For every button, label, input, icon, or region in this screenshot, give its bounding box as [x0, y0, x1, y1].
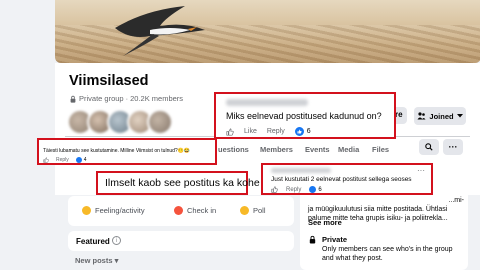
featured-section: Featured i: [68, 231, 294, 251]
private-title: Private: [322, 235, 348, 244]
about-line: ja müügikuulutusi siia mitte postitada. …: [308, 206, 448, 213]
sort-new-posts[interactable]: New posts ▾: [75, 256, 118, 265]
smiley-icon: [82, 206, 91, 215]
poll-label: Poll: [253, 206, 266, 215]
location-pin-icon: [174, 206, 183, 215]
member-count[interactable]: 20.2K members: [130, 94, 183, 103]
comment-box-3: ··· Just kustutati 2 eelnevat postitust …: [261, 163, 433, 195]
more-icon: ···: [448, 142, 458, 152]
comment-text: Täiesti lubamatu see kustutamine. Millin…: [43, 148, 191, 154]
thumbs-up-outline-icon[interactable]: [43, 157, 49, 163]
comment-actions: Reply 6: [271, 186, 322, 193]
info-icon[interactable]: i: [112, 236, 121, 245]
like-reaction-icon: [294, 127, 304, 136]
seagull-image: [115, 6, 205, 56]
search-icon: [425, 143, 433, 151]
comment-text: Just kustutati 2 eelnevat postitust sell…: [271, 176, 412, 183]
comment-options-icon[interactable]: ···: [417, 166, 425, 175]
avatar: [147, 109, 173, 135]
like-link[interactable]: Like: [244, 128, 257, 135]
member-avatars[interactable]: [67, 109, 217, 135]
tab-members[interactable]: Members: [260, 145, 293, 154]
post-composer: Feeling/activity Check in Poll: [68, 196, 294, 226]
feeling-activity-button[interactable]: Feeling/activity: [82, 206, 145, 215]
comment-box-1: Miks eelnevad postitused kadunud on? Lik…: [214, 92, 396, 139]
reply-link[interactable]: Reply: [267, 128, 285, 135]
checkin-label: Check in: [187, 206, 217, 215]
comment-text: Miks eelnevad postitused kadunud on?: [226, 111, 382, 121]
annotation-text: Ilmselt kaob see postitus ka kohe: [105, 177, 260, 189]
tab-files[interactable]: Files: [372, 145, 389, 154]
poll-button[interactable]: Poll: [240, 206, 266, 215]
reaction-count[interactable]: 6: [307, 128, 311, 135]
lock-icon: [309, 235, 316, 244]
cover-photo: [55, 0, 480, 63]
privacy-label[interactable]: Private group: [79, 94, 124, 103]
thumbs-up-outline-icon[interactable]: [226, 127, 234, 136]
group-name[interactable]: Viimsilased: [69, 73, 149, 89]
reply-link[interactable]: Reply: [286, 187, 301, 193]
comment-box-2: Täiesti lubamatu see kustutamine. Millin…: [37, 138, 217, 165]
joined-label: Joined: [429, 111, 454, 121]
annotation-box: Ilmselt kaob see postitus ka kohe: [96, 171, 260, 195]
chevron-down-icon: [456, 114, 463, 118]
reaction-count[interactable]: 4: [84, 157, 87, 163]
poll-icon: [240, 206, 249, 215]
thumbs-up-outline-icon[interactable]: [271, 186, 278, 193]
tab-media[interactable]: Media: [338, 145, 359, 154]
more-options-button[interactable]: ···: [443, 139, 463, 155]
reply-link[interactable]: Reply: [56, 157, 69, 163]
chevron-down-icon: ▾: [114, 256, 119, 265]
check-in-button[interactable]: Check in: [174, 206, 216, 215]
featured-title: Featured: [76, 237, 110, 246]
tab-questions[interactable]: uestions: [218, 145, 249, 154]
comment-actions: Like Reply 6: [226, 127, 311, 136]
tab-events[interactable]: Events: [305, 145, 330, 154]
share-button-label: re: [395, 110, 403, 119]
facebook-group-page: Viimsilased Private group · 20.2K member…: [0, 0, 480, 270]
about-line: ...mi-: [448, 197, 464, 204]
feeling-label: Feeling/activity: [95, 206, 145, 215]
joined-button[interactable]: Joined: [414, 107, 466, 125]
comment-actions: Reply 4: [43, 157, 87, 163]
reaction-count[interactable]: 6: [318, 187, 321, 193]
group-search-button[interactable]: [419, 139, 439, 155]
blurred-author-name: [271, 168, 331, 173]
meta-separator: ·: [125, 94, 129, 103]
blurred-author-name: [226, 99, 308, 106]
sort-label: New posts: [75, 256, 113, 265]
about-card: ...mi- ja müügikuulutusi siia mitte post…: [300, 190, 468, 270]
group-meta: Private group · 20.2K members: [69, 94, 183, 103]
people-icon: [417, 112, 426, 120]
like-reaction-icon: [75, 157, 82, 163]
lock-icon: [70, 95, 76, 103]
private-description: Only members can see who's in the group …: [322, 246, 453, 262]
like-reaction-icon: [309, 186, 317, 193]
see-more-link[interactable]: See more: [308, 218, 342, 227]
